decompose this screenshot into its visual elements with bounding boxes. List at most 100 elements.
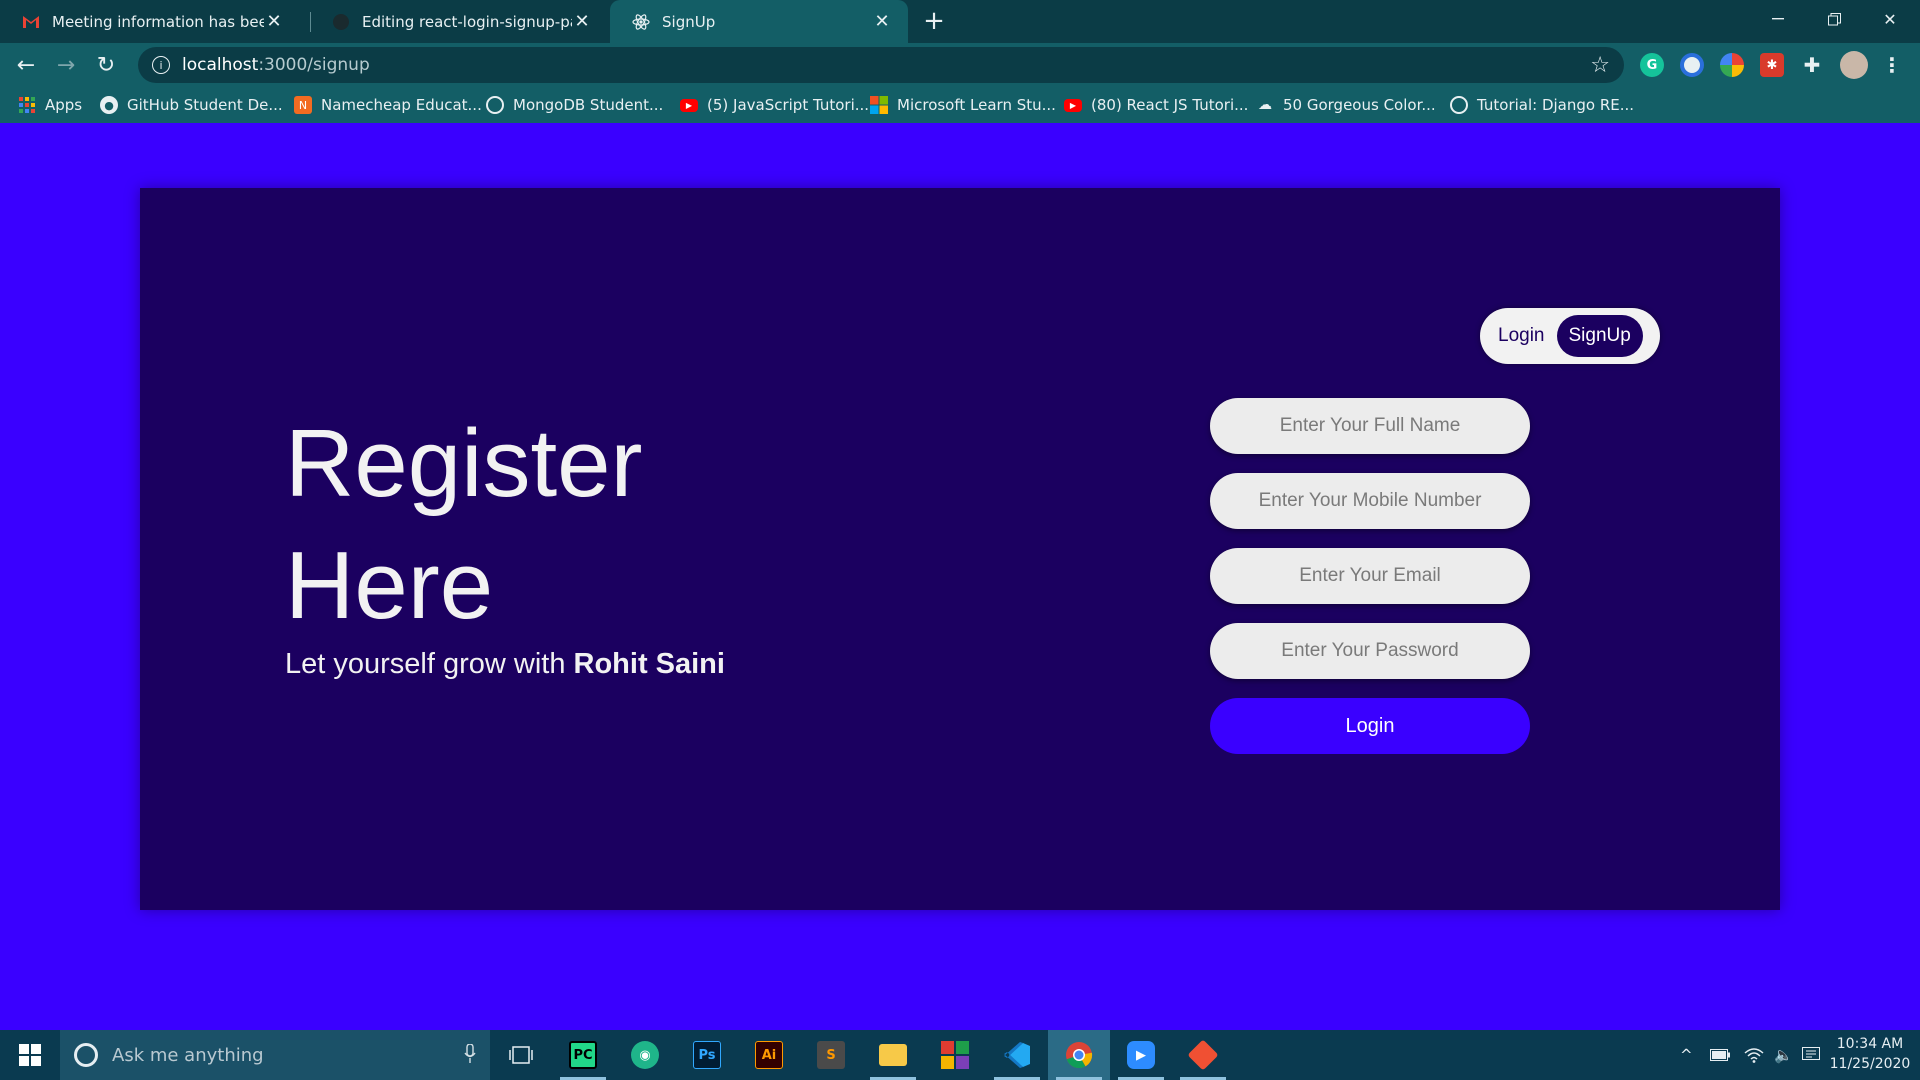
office-icon[interactable] <box>924 1030 986 1080</box>
tab-gmail[interactable]: Meeting information has been up ✕ <box>0 0 300 43</box>
close-tab-icon[interactable]: ✕ <box>572 11 592 32</box>
bookmark-react-tutorial[interactable]: ▶ (80) React JS Tutori... <box>1064 87 1248 123</box>
search-placeholder: Ask me anything <box>112 1044 264 1066</box>
url-host: localhost <box>182 55 259 75</box>
sublime-icon[interactable]: S <box>800 1030 862 1080</box>
gmail-icon <box>22 13 40 31</box>
cortana-icon <box>74 1043 98 1067</box>
zoom-icon[interactable]: ▶ <box>1110 1030 1172 1080</box>
page-title: Register Here <box>285 403 642 647</box>
globe-icon <box>486 96 504 114</box>
title-line-2: Here <box>285 532 494 639</box>
illustrator-icon[interactable]: Ai <box>738 1030 800 1080</box>
menu-kebab-icon[interactable]: ⋮ <box>1880 53 1904 77</box>
vscode-icon[interactable] <box>986 1030 1048 1080</box>
reload-icon[interactable]: ↻ <box>90 49 122 81</box>
bookmark-apps[interactable]: Apps <box>18 87 82 123</box>
apps-grid-icon <box>18 96 36 114</box>
task-view-icon[interactable] <box>490 1030 552 1080</box>
mobile-field[interactable] <box>1210 473 1530 529</box>
page-subtitle: Let yourself grow with Rohit Saini <box>285 648 725 681</box>
bookmark-microsoft-learn[interactable]: Microsoft Learn Stu... <box>870 87 1056 123</box>
full-name-field[interactable] <box>1210 398 1530 454</box>
battery-icon[interactable] <box>1710 1030 1730 1080</box>
toggle-signup[interactable]: SignUp <box>1556 315 1643 357</box>
bookmark-js-tutorial[interactable]: ▶ (5) JavaScript Tutori... <box>680 87 869 123</box>
bookmark-label: 50 Gorgeous Color... <box>1283 96 1436 114</box>
palette-icon: ☁ <box>1258 97 1272 113</box>
bookmark-django[interactable]: Tutorial: Django RE... <box>1450 87 1634 123</box>
photoshop-icon[interactable]: Ps <box>676 1030 738 1080</box>
react-icon <box>632 13 650 31</box>
profile-avatar[interactable] <box>1840 51 1868 79</box>
taskbar-search[interactable]: Ask me anything <box>60 1030 490 1080</box>
bookmark-github[interactable]: ● GitHub Student De... <box>100 87 283 123</box>
tab-title: SignUp <box>662 12 716 31</box>
extension-ring-icon[interactable] <box>1680 53 1704 77</box>
bookmark-label: (80) React JS Tutori... <box>1091 96 1249 114</box>
auth-mode-toggle: Login SignUp <box>1480 308 1660 364</box>
close-tab-icon[interactable]: ✕ <box>872 11 892 32</box>
extensions-puzzle-icon[interactable]: ✚ <box>1800 53 1824 77</box>
author-name: Rohit Saini <box>573 648 725 680</box>
restore-icon[interactable] <box>1806 0 1862 38</box>
close-window-icon[interactable]: ✕ <box>1862 0 1918 38</box>
tray-chevron-icon[interactable]: ^ <box>1680 1030 1693 1080</box>
bookmarks-bar: Apps ● GitHub Student De... N Namecheap … <box>0 87 1920 123</box>
wifi-icon[interactable] <box>1744 1030 1764 1080</box>
red-extension-icon[interactable]: ✱ <box>1760 53 1784 77</box>
git-icon[interactable] <box>1172 1030 1234 1080</box>
address-bar[interactable]: i localhost:3000/signup ☆ <box>138 47 1624 83</box>
color-extension-icon[interactable] <box>1720 53 1744 77</box>
title-line-1: Register <box>285 410 643 517</box>
namecheap-icon: N <box>294 96 312 114</box>
youtube-icon: ▶ <box>680 98 698 112</box>
signup-card: Register Here Let yourself grow with Roh… <box>140 188 1780 910</box>
bookmark-label: MongoDB Student... <box>513 96 664 114</box>
taskbar: Ask me anything PC ◉ Ps Ai S ▶ ^ 🔈 10:34… <box>0 1030 1920 1080</box>
file-explorer-icon[interactable] <box>862 1030 924 1080</box>
bookmark-star-icon[interactable]: ☆ <box>1590 53 1610 78</box>
clock-date: 11/25/2020 <box>1829 1056 1911 1072</box>
info-icon[interactable]: i <box>152 56 170 74</box>
submit-button[interactable]: Login <box>1210 698 1530 754</box>
email-field[interactable] <box>1210 548 1530 604</box>
grammarly-icon[interactable]: G <box>1640 53 1664 77</box>
bookmark-colors[interactable]: ☁ 50 Gorgeous Color... <box>1256 87 1436 123</box>
minimize-icon[interactable] <box>1750 0 1806 38</box>
volume-icon[interactable]: 🔈 <box>1774 1030 1793 1080</box>
bookmark-label: (5) JavaScript Tutori... <box>707 96 870 114</box>
new-tab-button[interactable]: + <box>918 6 950 38</box>
github-icon <box>332 13 350 31</box>
subtitle-prefix: Let yourself grow with <box>285 648 574 680</box>
microphone-icon[interactable] <box>464 1043 476 1068</box>
page-background: Register Here Let yourself grow with Roh… <box>0 123 1920 1030</box>
system-clock[interactable]: 10:34 AM 11/25/2020 <box>1826 1034 1914 1074</box>
clock-time: 10:34 AM <box>1836 1036 1904 1052</box>
bookmark-namecheap[interactable]: N Namecheap Educat... <box>294 87 482 123</box>
globe-icon <box>1450 96 1468 114</box>
windows-start-icon[interactable] <box>0 1030 60 1080</box>
microsoft-icon <box>870 96 888 114</box>
pycharm-icon[interactable]: PC <box>552 1030 614 1080</box>
maps-icon[interactable]: ◉ <box>614 1030 676 1080</box>
tab-signup[interactable]: SignUp ✕ <box>610 0 908 43</box>
password-field[interactable] <box>1210 623 1530 679</box>
tab-title: Editing react-login-signup-page/ <box>362 12 572 31</box>
tab-github[interactable]: Editing react-login-signup-page/ ✕ <box>310 0 608 43</box>
bookmark-label: Microsoft Learn Stu... <box>897 96 1056 114</box>
tab-strip: Meeting information has been up ✕ Editin… <box>0 0 1920 43</box>
chrome-icon[interactable] <box>1048 1030 1110 1080</box>
url-path: :3000/signup <box>258 55 370 75</box>
close-tab-icon[interactable]: ✕ <box>264 11 284 32</box>
bookmark-label: GitHub Student De... <box>127 96 283 114</box>
tab-title: Meeting information has been up <box>52 12 264 31</box>
action-center-icon[interactable] <box>1802 1030 1820 1080</box>
toggle-login[interactable]: Login <box>1486 315 1557 357</box>
back-icon[interactable]: ← <box>10 49 42 81</box>
bookmark-mongodb[interactable]: MongoDB Student... <box>486 87 663 123</box>
bookmark-label: Namecheap Educat... <box>321 96 482 114</box>
youtube-icon: ▶ <box>1064 98 1082 112</box>
bookmark-label: Tutorial: Django RE... <box>1477 96 1635 114</box>
forward-icon[interactable]: → <box>50 49 82 81</box>
